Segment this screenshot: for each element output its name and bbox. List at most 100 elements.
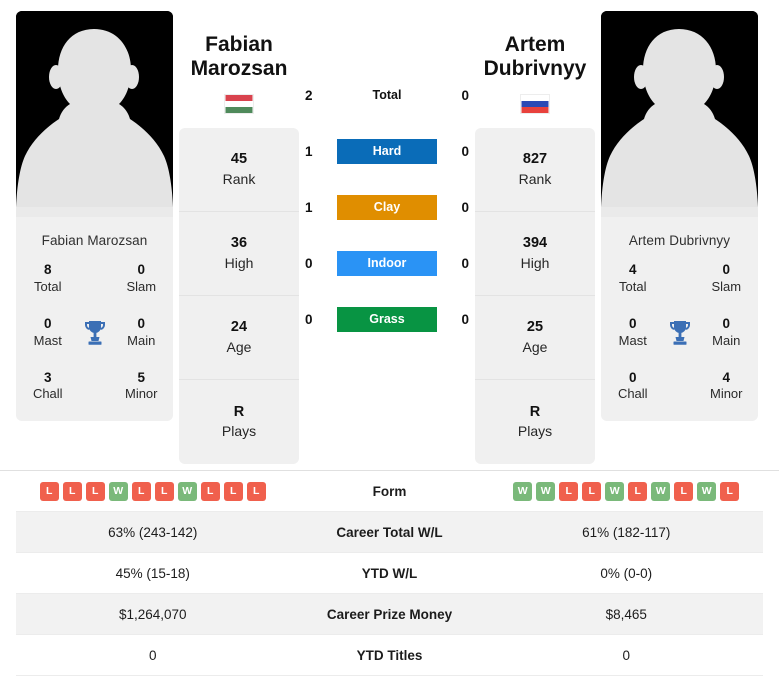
form-badge-loss[interactable]: L bbox=[223, 481, 243, 501]
avatar-placeholder-icon bbox=[16, 11, 173, 217]
player-name-left: Fabian Marozsan bbox=[179, 11, 299, 80]
player-card-name-left: Fabian Marozsan bbox=[41, 233, 148, 248]
table-cell-right-ytd-titles: 0 bbox=[622, 647, 630, 663]
stat-plays-value-left: R bbox=[233, 403, 245, 420]
h2h-row-grass: 0 Grass 0 bbox=[299, 291, 475, 347]
form-badge-loss[interactable]: L bbox=[85, 481, 105, 501]
titles-total-left: 8 Total bbox=[24, 262, 72, 296]
player-card-left[interactable]: Fabian Marozsan 8 Total 0 Slam 0 Mast 0 … bbox=[16, 11, 173, 422]
form-badge-loss[interactable]: L bbox=[674, 481, 694, 501]
h2h-left-score-clay: 1 bbox=[305, 199, 313, 215]
stat-age-value-right: 25 bbox=[526, 319, 544, 336]
h2h-right-score-hard: 0 bbox=[461, 143, 469, 159]
comparison-stats-table: L L L W L L W L L L Form W W L L W L W L W L 63% (243-142) Car… bbox=[0, 470, 779, 676]
titles-grid-right: 4 Total 0 Slam 0 Mast 0 Main 0 Chall 4 M… bbox=[601, 262, 758, 421]
form-badge-win[interactable]: W bbox=[605, 481, 625, 501]
head-to-head-surfaces: 2 Total 0 1 Hard 0 1 Clay 0 0 Indoor 0 0 Grass 0 bbox=[299, 11, 475, 347]
stat-rank-right: 827 Rank bbox=[475, 128, 595, 213]
titles-mast-right: 0 Mast bbox=[609, 316, 657, 350]
form-badge-win[interactable]: W bbox=[513, 481, 533, 501]
h2h-left-score-hard: 1 bbox=[305, 143, 313, 159]
table-row-label-ytd-w-l: YTD W/L bbox=[361, 565, 418, 581]
form-badge-loss[interactable]: L bbox=[582, 481, 602, 501]
form-badge-loss[interactable]: L bbox=[200, 481, 220, 501]
titles-main-label-right: Main bbox=[712, 332, 741, 348]
player-stats-right: 827 Rank 394 High 25 Age R Plays bbox=[475, 128, 595, 465]
stat-plays-label-right: Plays bbox=[517, 423, 553, 440]
table-row-label-ytd-titles: YTD Titles bbox=[356, 647, 423, 663]
titles-main-right: 0 Main bbox=[703, 316, 751, 350]
form-badge-loss[interactable]: L bbox=[62, 481, 82, 501]
h2h-left-score-grass: 0 bbox=[305, 311, 313, 327]
form-strip-left: LLLWLLWLLL bbox=[39, 481, 266, 501]
titles-minor-value-right: 4 bbox=[722, 369, 730, 385]
surface-pill-clay[interactable]: Clay bbox=[337, 194, 437, 220]
player-last-name-left: Marozsan bbox=[190, 56, 288, 80]
stat-rank-label-right: Rank bbox=[518, 170, 552, 187]
h2h-right-score-clay: 0 bbox=[461, 199, 469, 215]
titles-slam-label-left: Slam bbox=[126, 278, 157, 294]
table-cell-left-ytd-titles: 0 bbox=[148, 647, 157, 663]
stat-high-value-left: 36 bbox=[230, 235, 248, 252]
h2h-row-indoor: 0 Indoor 0 bbox=[299, 235, 475, 291]
form-badge-loss[interactable]: L bbox=[628, 481, 648, 501]
titles-total-right: 4 Total bbox=[609, 262, 657, 296]
titles-chall-left: 3 Chall bbox=[24, 370, 72, 404]
titles-slam-value-left: 0 bbox=[137, 262, 145, 277]
titles-slam-right: 0 Slam bbox=[703, 262, 751, 296]
titles-total-label-left: Total bbox=[34, 278, 62, 294]
player-photo-left bbox=[16, 11, 173, 217]
player-info-column-left: Fabian Marozsan 45 Rank 36 High 24 Age R… bbox=[179, 11, 299, 465]
stat-plays-right: R Plays bbox=[475, 380, 595, 464]
surface-pill-hard[interactable]: Hard bbox=[337, 138, 437, 164]
stat-rank-value-left: 45 bbox=[230, 151, 248, 168]
titles-minor-label-right: Minor bbox=[709, 386, 743, 402]
titles-minor-label-left: Minor bbox=[124, 386, 158, 402]
table-row: L L L W L L W L L L Form W W L L W L W L W L bbox=[16, 471, 763, 512]
form-badge-win[interactable]: W bbox=[651, 481, 671, 501]
h2h-right-score-indoor: 0 bbox=[461, 255, 469, 271]
titles-main-value-right: 0 bbox=[722, 315, 730, 331]
form-badge-loss[interactable]: L bbox=[720, 481, 740, 501]
table-cell-left-form: LLLWLLWLLL bbox=[16, 481, 290, 501]
form-strip-right: WWLLWLWLWL bbox=[513, 481, 740, 501]
titles-minor-left: 5 Minor bbox=[118, 370, 166, 404]
h2h-label-cell-indoor: Indoor bbox=[323, 250, 451, 276]
stat-high-value-right: 394 bbox=[522, 235, 548, 252]
stat-rank-left: 45 Rank bbox=[179, 128, 299, 213]
russia-flag-icon bbox=[520, 94, 550, 115]
trophy-icon bbox=[84, 320, 105, 345]
titles-minor-value-left: 5 bbox=[137, 369, 145, 385]
titles-mast-value-left: 0 bbox=[43, 315, 52, 331]
stat-age-value-left: 24 bbox=[230, 319, 248, 336]
player-first-name-left: Fabian bbox=[205, 33, 273, 56]
h2h-left-score-total: 2 bbox=[305, 87, 313, 103]
h2h-label-cell-hard: Hard bbox=[323, 138, 451, 164]
flag-wrap-right bbox=[475, 80, 595, 124]
surface-pill-grass[interactable]: Grass bbox=[337, 306, 437, 332]
surface-pill-indoor[interactable]: Indoor bbox=[337, 250, 437, 276]
form-badge-win[interactable]: W bbox=[177, 481, 197, 501]
form-badge-win[interactable]: W bbox=[108, 481, 128, 501]
player-card-right[interactable]: Artem Dubrivnyy 4 Total 0 Slam 0 Mast 0 … bbox=[601, 11, 758, 422]
player-last-name-right: Dubrivnyy bbox=[483, 56, 587, 80]
h2h-label-cell-grass: Grass bbox=[323, 306, 451, 332]
titles-slam-left: 0 Slam bbox=[118, 262, 166, 296]
form-badge-loss[interactable]: L bbox=[131, 481, 151, 501]
h2h-row-hard: 1 Hard 0 bbox=[299, 123, 475, 179]
form-badge-loss[interactable]: L bbox=[154, 481, 174, 501]
form-badge-loss[interactable]: L bbox=[559, 481, 579, 501]
form-badge-win[interactable]: W bbox=[697, 481, 717, 501]
form-badge-loss[interactable]: L bbox=[246, 481, 266, 501]
table-row-label-form: Form bbox=[372, 483, 407, 499]
table-row: 45% (15-18) YTD W/L 0% (0-0) bbox=[16, 553, 763, 594]
h2h-label-cell-clay: Clay bbox=[323, 194, 451, 220]
table-cell-right-career-total-w-l: 61% (182-117) bbox=[582, 524, 671, 540]
form-badge-win[interactable]: W bbox=[536, 481, 556, 501]
form-badge-loss[interactable]: L bbox=[39, 481, 59, 501]
titles-mast-label-right: Mast bbox=[618, 332, 647, 348]
titles-chall-label-right: Chall bbox=[617, 386, 648, 402]
trophy-icon-cell-left bbox=[72, 320, 118, 346]
stat-plays-left: R Plays bbox=[179, 380, 299, 464]
titles-mast-label-left: Mast bbox=[33, 332, 62, 348]
